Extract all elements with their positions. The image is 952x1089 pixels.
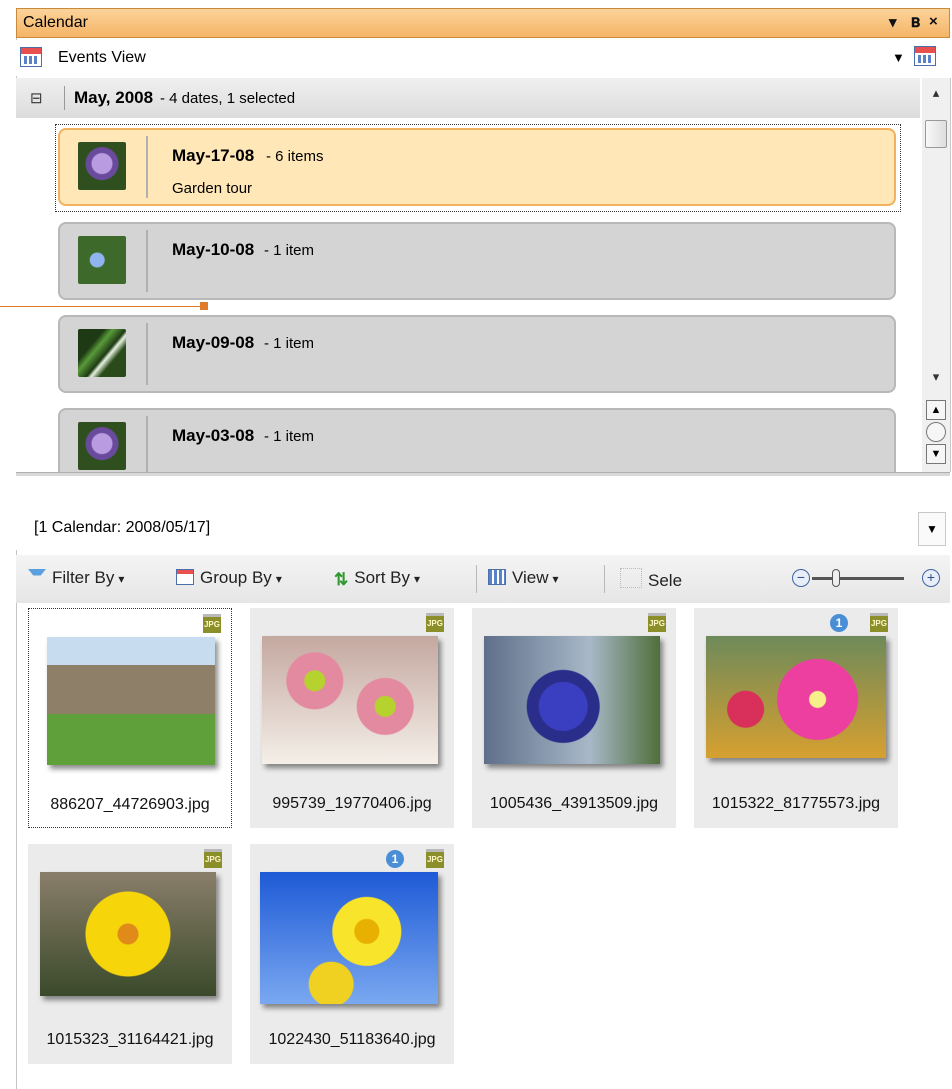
toolbar-separator <box>604 565 605 593</box>
event-separator <box>146 416 148 472</box>
zoom-slider-track[interactable] <box>812 577 904 580</box>
photo-thumbnail <box>706 636 886 758</box>
filter-by-label: Filter By <box>52 568 115 587</box>
next-item-button[interactable]: ▼ <box>926 444 946 464</box>
event-thumbnail <box>78 329 126 377</box>
photo-filename: 1005436_43913509.jpg <box>489 795 659 812</box>
title-bar: Calendar ▾ 𝚩 × <box>16 8 950 38</box>
select-icon <box>620 568 642 588</box>
events-list: ⊟ May, 2008 - 4 dates, 1 selected May-17… <box>16 78 951 472</box>
zoom-slider-knob[interactable] <box>832 569 840 587</box>
filter-icon <box>28 569 46 585</box>
window-menu-dropdown[interactable]: ▾ <box>889 13 897 31</box>
info-badge-icon: 1 <box>830 614 848 632</box>
event-card[interactable]: May-03-08 - 1 item <box>58 408 896 472</box>
event-card[interactable]: May-09-08 - 1 item <box>58 315 896 393</box>
close-button[interactable]: × <box>929 13 938 30</box>
pin-button[interactable]: 𝚩 <box>911 15 920 31</box>
event-date: May-10-08 <box>172 240 255 259</box>
view-button[interactable]: View ▾ <box>488 568 559 588</box>
event-card[interactable]: May-10-08 - 1 item <box>58 222 896 300</box>
collapse-icon[interactable]: ⊟ <box>30 89 43 107</box>
photo-filename: 1022430_51183640.jpg <box>268 1031 436 1048</box>
view-label: View <box>512 568 549 587</box>
group-by-label: Group By <box>200 568 272 587</box>
selection-path-bar: [1 Calendar: 2008/05/17] ▼ <box>16 476 950 550</box>
info-badge-icon: 1 <box>386 850 404 868</box>
connector-handle <box>200 302 208 310</box>
jpg-file-icon: JPG <box>648 613 666 632</box>
photo-filename: 1015322_81775573.jpg <box>711 795 881 812</box>
group-by-button[interactable]: Group By ▾ <box>176 568 282 588</box>
events-scrollbar[interactable]: ▴ ▾ ▲ ▼ <box>922 78 950 472</box>
event-name: Garden tour <box>172 180 253 197</box>
event-count: - 6 items <box>266 148 324 165</box>
connector-line <box>0 306 204 307</box>
event-card[interactable]: May-17-08 - 6 items Garden tour <box>58 128 896 206</box>
photo-tile[interactable]: 1 JPG 1022430_51183640.jpg <box>250 844 454 1064</box>
jpg-file-icon: JPG <box>203 614 221 633</box>
path-dropdown-button[interactable]: ▼ <box>918 512 946 546</box>
filter-by-button[interactable]: Filter By ▾ <box>28 568 124 588</box>
event-thumbnail <box>78 142 126 190</box>
event-count: - 1 item <box>264 428 315 445</box>
toolbar-separator <box>476 565 477 593</box>
view-selector-label[interactable]: Events View <box>58 49 146 67</box>
photo-filename: 1015323_31164421.jpg <box>46 1031 214 1048</box>
event-count: - 1 item <box>264 242 315 259</box>
jpg-file-icon: JPG <box>426 613 444 632</box>
sort-by-button[interactable]: ⇅ Sort By ▾ <box>334 568 420 589</box>
group-title: May, 2008 <box>74 88 154 107</box>
jpg-file-icon: JPG <box>426 849 444 868</box>
event-thumbnail <box>78 236 126 284</box>
event-separator <box>146 323 148 385</box>
group-separator <box>64 86 65 110</box>
sort-icon: ⇅ <box>334 570 349 589</box>
photo-tile[interactable]: JPG 995739_19770406.jpg <box>250 608 454 828</box>
event-thumbnail <box>78 422 126 470</box>
event-date: May-03-08 <box>172 426 255 445</box>
photo-tile[interactable]: JPG 886207_44726903.jpg <box>28 608 232 828</box>
event-date: May-09-08 <box>172 333 255 352</box>
sort-by-label: Sort By <box>354 568 410 587</box>
view-icon <box>488 569 506 585</box>
photo-tile[interactable]: JPG 1005436_43913509.jpg <box>472 608 676 828</box>
calendar-options-icon[interactable] <box>914 46 936 66</box>
group-description: - 4 dates, 1 selected <box>160 90 296 107</box>
browse-object-button[interactable] <box>926 422 946 442</box>
photo-thumbnail <box>40 872 216 996</box>
events-view-icon <box>20 47 42 67</box>
zoom-out-icon[interactable]: − <box>792 569 810 587</box>
photo-tile[interactable]: JPG 1015323_31164421.jpg <box>28 844 232 1064</box>
group-icon <box>176 569 194 585</box>
zoom-in-icon[interactable]: + <box>922 569 940 587</box>
photo-thumbnail <box>47 637 215 765</box>
selection-path-label: [1 Calendar: 2008/05/17] <box>34 519 211 536</box>
view-selector-bar: Events View ▼ <box>16 40 950 76</box>
photo-toolbar: Filter By ▾ Group By ▾ ⇅ Sort By ▾ View ▾ Sel… <box>16 555 950 603</box>
view-selector-dropdown[interactable]: ▼ <box>892 50 905 65</box>
photo-filename: 886207_44726903.jpg <box>50 796 210 813</box>
photo-thumbnail <box>260 872 438 1004</box>
jpg-file-icon: JPG <box>870 613 888 632</box>
photo-thumbnail <box>262 636 438 764</box>
photo-filename: 995739_19770406.jpg <box>272 795 432 812</box>
event-separator <box>146 230 148 292</box>
select-label: Sele <box>648 571 683 590</box>
event-count: - 1 item <box>264 335 315 352</box>
jpg-file-icon: JPG <box>204 849 222 868</box>
scroll-down-arrow-icon[interactable]: ▾ <box>925 366 947 388</box>
event-date: May-17-08 <box>172 146 255 165</box>
event-separator <box>146 136 148 198</box>
photo-thumbnail <box>484 636 660 764</box>
previous-item-button[interactable]: ▲ <box>926 400 946 420</box>
scroll-up-arrow-icon[interactable]: ▴ <box>925 82 947 104</box>
select-button[interactable]: Sele <box>620 568 682 591</box>
month-group-header[interactable]: ⊟ May, 2008 - 4 dates, 1 selected <box>16 78 920 118</box>
photo-tile[interactable]: 1 JPG 1015322_81775573.jpg <box>694 608 898 828</box>
window-title: Calendar <box>23 14 88 31</box>
scrollbar-thumb[interactable] <box>925 120 947 148</box>
